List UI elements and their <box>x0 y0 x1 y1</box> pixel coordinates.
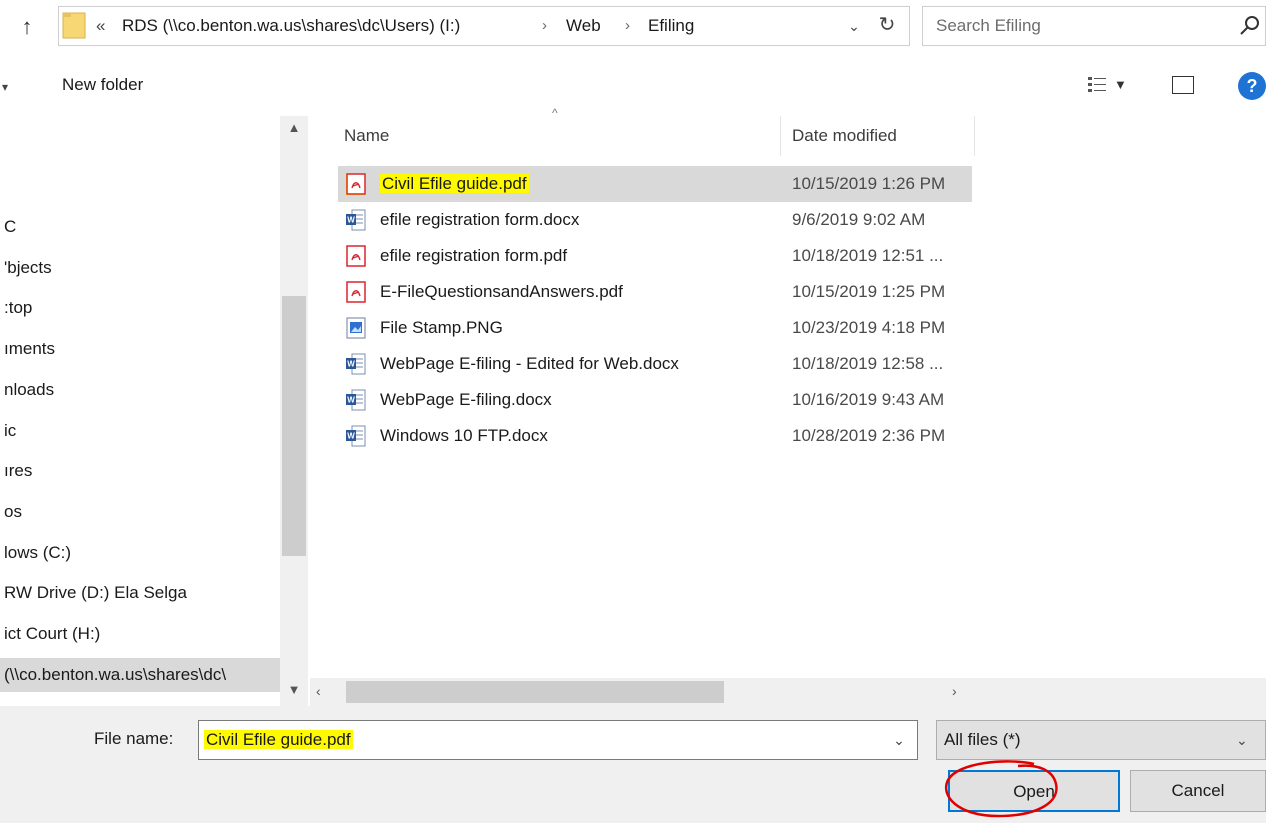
scroll-left-icon[interactable]: ‹ <box>316 680 321 702</box>
refresh-icon[interactable]: ↻ <box>872 10 902 40</box>
png-file-icon <box>346 317 366 339</box>
nav-item[interactable]: (\\co.benton.wa.us\shares\dc\ <box>0 657 282 692</box>
search-icon[interactable] <box>1236 12 1264 40</box>
view-options-icon[interactable] <box>1088 76 1108 94</box>
nav-item[interactable]: lows (C:) <box>0 536 282 570</box>
annotation-circle <box>945 760 1058 818</box>
breadcrumb-web[interactable]: Web <box>566 12 601 40</box>
address-dropdown-icon[interactable]: ⌄ <box>842 12 866 40</box>
file-date-modified: 10/15/2019 1:25 PM <box>792 282 946 301</box>
file-date-modified: 10/16/2019 9:43 AM <box>792 390 945 409</box>
file-date-modified: 10/28/2019 2:36 PM <box>792 426 946 445</box>
nav-item[interactable]: nloads <box>0 373 282 407</box>
preview-pane-icon[interactable] <box>1172 76 1194 94</box>
file-name[interactable]: efile registration form.docx <box>380 202 579 238</box>
file-name[interactable]: WebPage E-filing - Edited for Web.docx <box>380 346 679 382</box>
pdf-file-icon <box>346 245 366 267</box>
file-date-modified: 10/15/2019 1:26 PM <box>792 174 946 193</box>
pdf-file-icon <box>346 281 366 303</box>
docx-file-icon: W <box>346 389 366 411</box>
file-name[interactable]: Windows 10 FTP.docx <box>380 418 548 454</box>
file-name[interactable]: E-FileQuestionsandAnswers.pdf <box>380 274 623 310</box>
nav-item[interactable]: 'bjects <box>0 251 282 285</box>
svg-text:W: W <box>347 396 355 405</box>
view-dropdown-icon[interactable]: ▼ <box>1114 74 1127 96</box>
sort-caret-icon: ^ <box>552 106 558 120</box>
pdf-file-icon <box>346 173 366 195</box>
nav-scroll-down-icon[interactable]: ▼ <box>282 678 306 702</box>
file-name[interactable]: efile registration form.pdf <box>380 238 567 274</box>
search-placeholder: Search Efiling <box>936 16 1041 35</box>
nav-item[interactable]: RW Drive (D:) Ela Selga <box>0 576 282 610</box>
file-name-dropdown-icon[interactable]: ⌄ <box>886 726 912 754</box>
nav-scrollbar-thumb[interactable] <box>282 296 306 556</box>
breadcrumb-efiling[interactable]: Efiling <box>648 12 694 40</box>
svg-text:W: W <box>347 216 355 225</box>
horizontal-scrollbar-thumb[interactable] <box>346 681 724 703</box>
column-header-date[interactable]: Date modified <box>792 116 897 156</box>
file-name[interactable]: Civil Efile guide.pdf <box>380 166 529 202</box>
file-date-modified: 10/18/2019 12:58 ... <box>792 354 944 373</box>
file-name[interactable]: WebPage E-filing.docx <box>380 382 552 418</box>
overflow-chevron[interactable]: « <box>96 12 105 40</box>
docx-file-icon: W <box>346 209 366 231</box>
file-name[interactable]: File Stamp.PNG <box>380 310 503 346</box>
cancel-button[interactable]: Cancel <box>1130 770 1266 812</box>
file-type-dropdown-icon[interactable]: ⌄ <box>1236 726 1248 754</box>
breadcrumb-separator: › <box>625 17 630 34</box>
svg-text:W: W <box>347 432 355 441</box>
nav-item[interactable]: ict Court (H:) <box>0 617 282 651</box>
nav-item[interactable]: C <box>0 210 282 244</box>
nav-item[interactable]: :top <box>0 291 282 325</box>
nav-item[interactable]: ic <box>0 414 282 448</box>
svg-text:W: W <box>347 360 355 369</box>
docx-file-icon: W <box>346 425 366 447</box>
breadcrumb-drive[interactable]: RDS (\\co.benton.wa.us\shares\dc\Users) … <box>122 12 460 40</box>
folder-icon <box>62 12 86 39</box>
file-name-value[interactable]: Civil Efile guide.pdf <box>204 727 353 753</box>
column-divider[interactable] <box>974 116 975 156</box>
file-date-modified: 9/6/2019 9:02 AM <box>792 210 926 229</box>
column-divider[interactable] <box>780 116 781 156</box>
up-arrow-icon[interactable]: ↑ <box>14 12 40 42</box>
column-header-name[interactable]: Name <box>344 116 389 156</box>
docx-file-icon: W <box>346 353 366 375</box>
nav-scroll-up-icon[interactable]: ▲ <box>282 116 306 140</box>
toolbar <box>0 56 1266 116</box>
nav-item[interactable]: ıments <box>0 332 282 366</box>
breadcrumb-separator: › <box>542 17 547 34</box>
file-name-label: File name: <box>94 729 174 748</box>
scroll-right-icon[interactable]: › <box>952 680 957 702</box>
nav-item[interactable]: os <box>0 495 282 529</box>
file-type-value: All files (*) <box>944 730 1021 749</box>
organize-dropdown-icon[interactable]: ▾ <box>2 80 8 94</box>
file-date-modified: 10/23/2019 4:18 PM <box>792 318 946 337</box>
file-date-modified: 10/18/2019 12:51 ... <box>792 246 944 265</box>
new-folder-button[interactable]: New folder <box>62 70 143 100</box>
nav-item[interactable]: ıres <box>0 454 282 488</box>
help-icon[interactable]: ? <box>1238 72 1266 100</box>
